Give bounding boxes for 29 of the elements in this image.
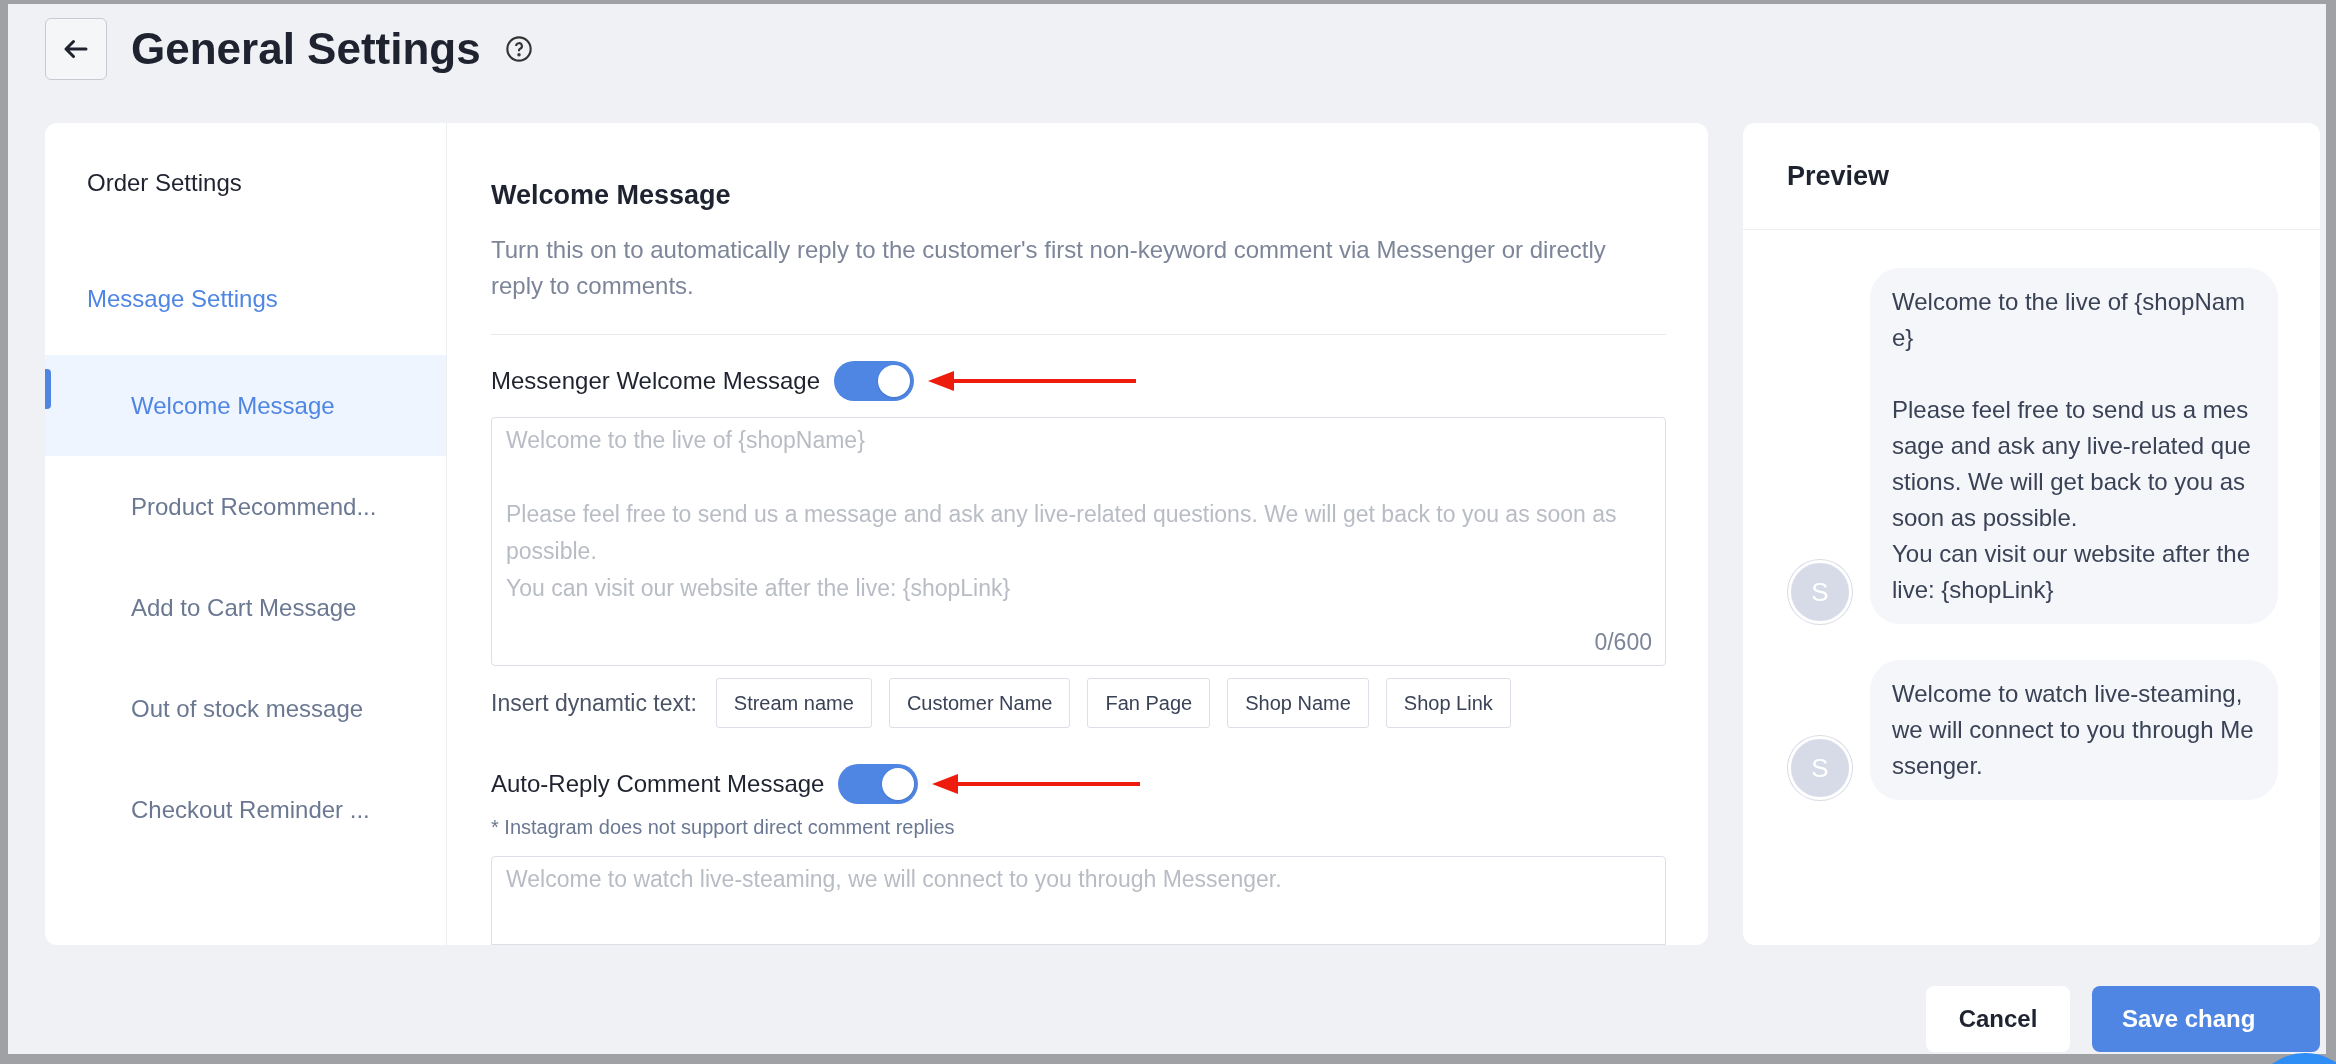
page-title: General Settings [131, 23, 481, 75]
insert-text-button[interactable]: Shop Link [1385, 677, 1511, 728]
insert-text-button[interactable]: Customer Name [888, 677, 1071, 728]
save-button[interactable]: Save chang [2092, 986, 2320, 1052]
preview-title: Preview [1787, 159, 1890, 193]
sidebar-item[interactable]: Checkout Reminder ... [45, 759, 446, 860]
toggle-switch[interactable] [838, 763, 919, 804]
sidebar-section[interactable]: Message Settings [45, 243, 446, 355]
toggle-label: Auto-Reply Comment Message [491, 768, 825, 799]
message-bubble: Welcome to watch live-steaming, we will connect to you through Messenger. [1870, 660, 2278, 800]
note-text: * Instagram does not support direct comment replies [491, 814, 956, 840]
section-description: Turn this on to automatically reply to the customer's first non-keyword comment via Messenger or directly reply to comments. [491, 234, 1607, 301]
character-counter: 0/600 [1594, 628, 1652, 658]
sidebar-item[interactable]: Add to Cart Message [45, 557, 446, 658]
sidebar-item[interactable]: Out of stock message [45, 658, 446, 759]
sidebar-section[interactable]: Order Settings [45, 123, 446, 243]
comment-textarea[interactable]: Welcome to watch live-steaming, we will connect to you through Messenger. [491, 855, 1666, 945]
cancel-button[interactable]: Cancel [1926, 986, 2070, 1052]
insert-label: Insert dynamtic text: [491, 688, 697, 718]
section-title: Welcome Message [491, 179, 732, 212]
back-button[interactable] [45, 18, 107, 80]
help-icon[interactable] [504, 35, 533, 63]
toggle-label: Messenger Welcome Message [491, 365, 821, 396]
insert-text-button[interactable]: Fan Page [1087, 677, 1211, 728]
insert-text-button[interactable]: Shop Name [1227, 677, 1369, 728]
insert-text-button[interactable]: Stream name [715, 677, 872, 728]
message-bubble: Welcome to the live of {shopName} Please feel free to send us a message and ask any live-related questions. We will get back to you as soon as possible. You can visit our website after the live: {shopLink} [1870, 268, 2278, 624]
toggle-switch[interactable] [834, 360, 915, 401]
sidebar-item[interactable]: Product Recommend... [45, 456, 446, 557]
